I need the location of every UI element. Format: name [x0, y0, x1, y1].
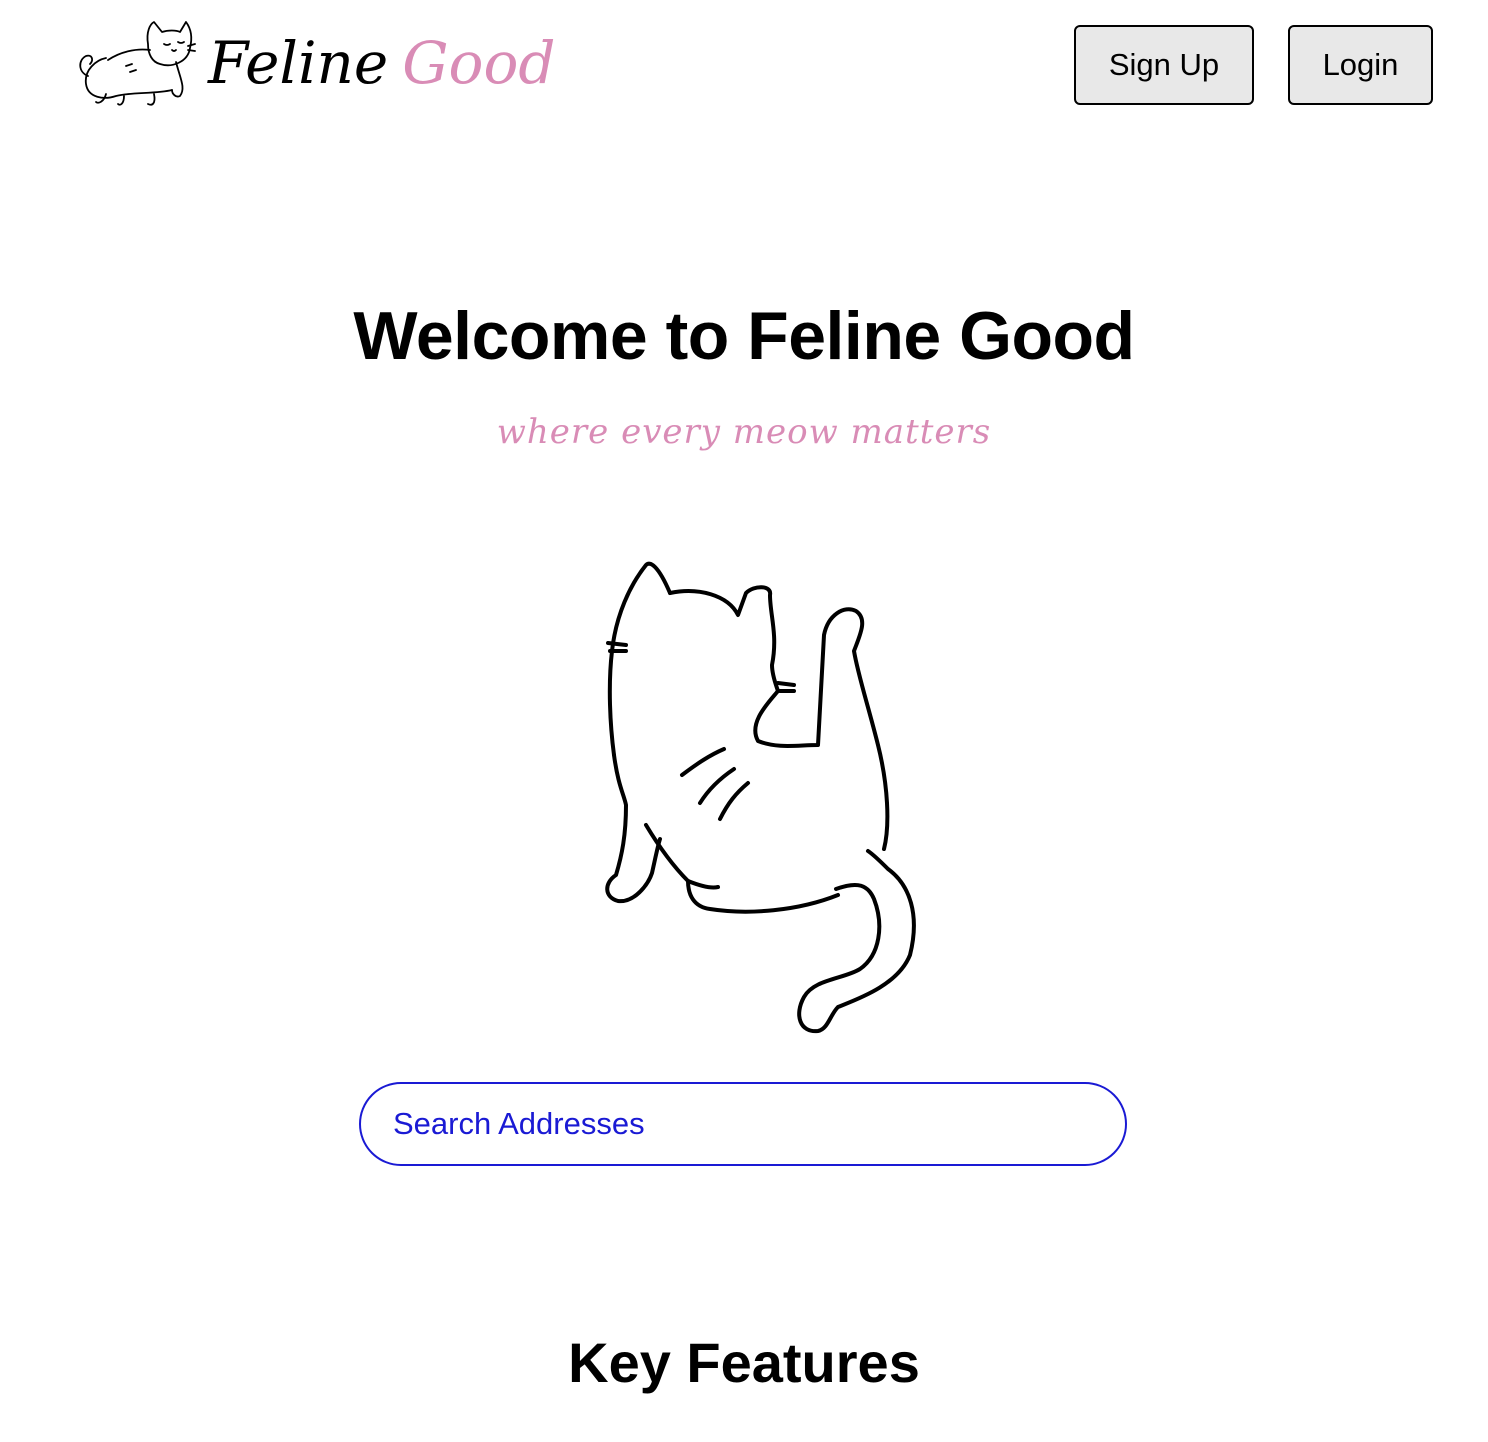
site-header: Feline Good Sign Up Login	[0, 0, 1488, 130]
sign-up-button[interactable]: Sign Up	[1074, 25, 1254, 105]
login-button[interactable]: Login	[1288, 25, 1433, 105]
search-input[interactable]	[393, 1084, 1093, 1164]
brand-name-part1: Feline	[208, 29, 389, 97]
brand-name-part2: Good	[402, 29, 556, 97]
page-title: Welcome to Feline Good	[353, 298, 1135, 374]
tagline: where every meow matters	[496, 412, 992, 452]
sitting-cat-back-icon	[605, 561, 916, 1034]
brand-logo[interactable]: Feline Good	[76, 18, 556, 110]
landing-page: Feline Good Sign Up Login Welcome to Feli…	[0, 0, 1488, 1442]
walking-cat-icon	[79, 21, 196, 106]
brand-wordmark: Feline Good	[208, 34, 556, 92]
search-bar	[359, 1082, 1127, 1166]
key-features-heading: Key Features	[568, 1331, 920, 1394]
